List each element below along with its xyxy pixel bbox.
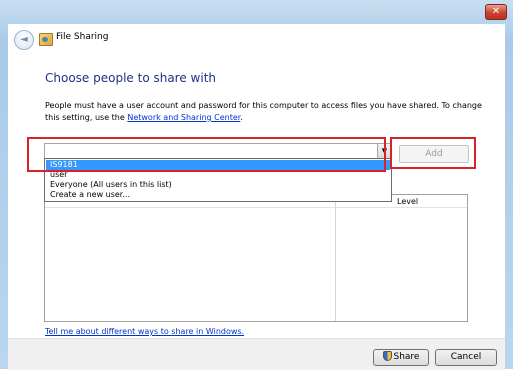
back-arrow-icon: ◄ [20,34,28,45]
highlight-box-combo [27,137,386,172]
cancel-button[interactable]: Cancel [435,349,497,366]
description-suffix: . [240,113,243,122]
share-button[interactable]: Share [373,349,429,366]
file-sharing-icon [39,33,53,46]
column-divider [335,195,336,321]
page-title: Choose people to share with [45,71,217,85]
title-bar: ✕ [0,0,513,24]
share-button-label: Share [393,352,420,362]
network-sharing-center-link[interactable]: Network and Sharing Center [127,113,240,122]
back-button[interactable]: ◄ [14,30,34,50]
window-title: File Sharing [56,32,109,42]
description-body: People must have a user account and pass… [45,101,482,122]
close-icon: ✕ [491,6,501,17]
close-button[interactable]: ✕ [485,4,507,20]
description-text: People must have a user account and pass… [45,100,490,124]
list-header-line [45,207,467,208]
shield-icon [382,351,392,361]
dialog-content: ◄ File Sharing Choose people to share wi… [8,24,505,370]
permission-level-column-header[interactable]: Level [397,197,418,206]
highlight-box-add [390,137,476,169]
dialog-footer: Share Cancel [8,338,505,370]
sharing-help-link[interactable]: Tell me about different ways to share in… [45,327,244,336]
file-sharing-window: ✕ ◄ File Sharing Choose people to share … [0,0,513,370]
dropdown-option-everyone[interactable]: Everyone (All users in this list) [46,180,390,190]
dropdown-option-create-user[interactable]: Create a new user... [46,190,390,200]
shared-users-list[interactable]: Level [44,194,468,322]
